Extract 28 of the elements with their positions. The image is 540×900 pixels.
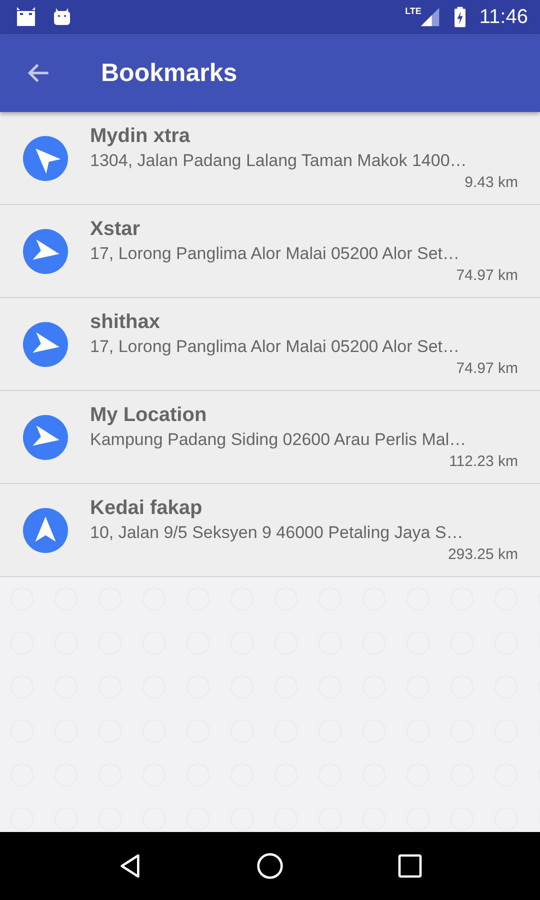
bookmark-item[interactable]: Xstar 17, Lorong Panglima Alor Malai 05200 Alor Set… 74.97 km <box>0 205 540 298</box>
place-name: shithax <box>90 310 162 335</box>
clock-time: 11:46 <box>479 6 528 28</box>
place-name: My Location <box>90 403 208 428</box>
place-address: Kampung Padang Siding 02600 Arau Perlis Mal… <box>90 429 468 451</box>
place-distance: 9.43 km <box>464 173 518 193</box>
recents-icon[interactable] <box>396 852 424 880</box>
bookmark-item[interactable]: shithax 17, Lorong Panglima Alor Malai 05200 Alor Set… 74.97 km <box>0 298 540 391</box>
place-distance: 74.97 km <box>456 359 518 379</box>
place-distance: 74.97 km <box>456 266 518 286</box>
signal-icon <box>419 6 442 28</box>
battery-charging-icon <box>453 6 468 28</box>
place-address: 17, Lorong Panglima Alor Malai 05200 Alor Set… <box>90 336 461 358</box>
place-distance: 112.23 km <box>449 452 518 472</box>
place-distance: 293.25 km <box>448 545 518 565</box>
place-name: Kedai fakap <box>90 496 204 521</box>
place-name: Mydin xtra <box>90 124 192 149</box>
home-icon[interactable] <box>256 852 284 880</box>
screen-title: Bookmarks <box>101 58 238 88</box>
bookmark-item[interactable]: Mydin xtra 1304, Jalan Padang Lalang Taman Makok 1400… 9.43 km <box>0 112 540 205</box>
place-name: Xstar <box>90 217 142 242</box>
bookmark-item[interactable]: My Location Kampung Padang Siding 02600 Arau Perlis Mal… 112.23 km <box>0 391 540 484</box>
bookmark-item[interactable]: Kedai fakap 10, Jalan 9/5 Seksyen 9 46000 Petaling Jaya S… 293.25 km <box>0 484 540 577</box>
place-address: 1304, Jalan Padang Lalang Taman Makok 1400… <box>90 150 468 172</box>
place-address: 17, Lorong Panglima Alor Malai 05200 Alor Set… <box>90 243 461 265</box>
robot-notification-icon <box>14 5 38 29</box>
network-type-label: LTE <box>405 6 422 16</box>
place-address: 10, Jalan 9/5 Seksyen 9 46000 Petaling Jaya S… <box>90 522 464 544</box>
